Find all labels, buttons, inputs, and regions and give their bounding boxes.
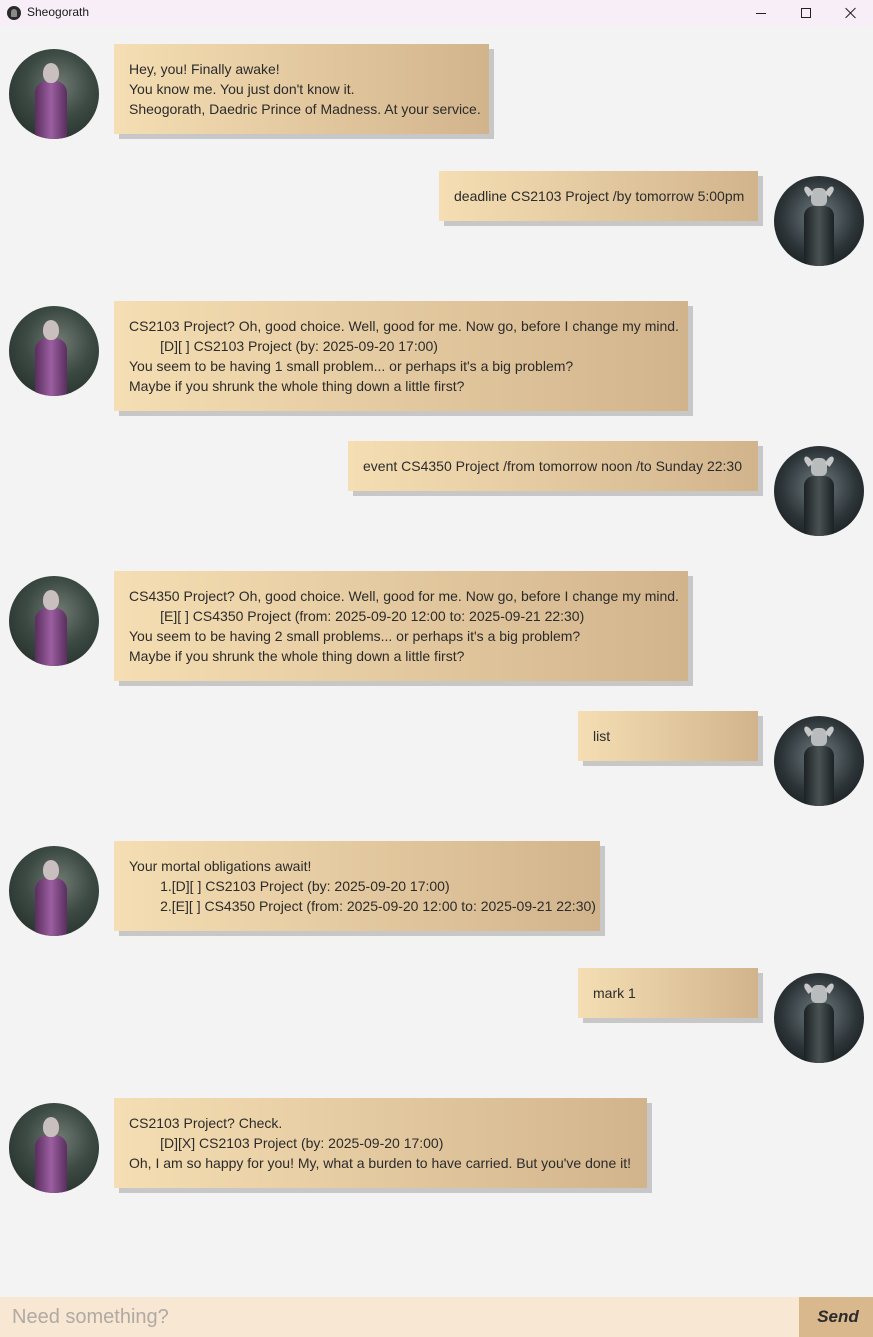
bot-message: CS4350 Project? Oh, good choice. Well, g… <box>114 571 688 681</box>
user-avatar <box>774 176 864 266</box>
close-icon <box>845 7 857 19</box>
input-bar: Send <box>0 1297 873 1337</box>
user-message: event CS4350 Project /from tomorrow noon… <box>348 441 758 491</box>
send-button[interactable]: Send <box>799 1297 873 1337</box>
message-input[interactable] <box>0 1297 799 1337</box>
message-line: Sheogorath, Daedric Prince of Madness. A… <box>129 101 481 117</box>
message-line: Maybe if you shrunk the whole thing down… <box>129 378 465 394</box>
minimize-icon <box>756 12 766 14</box>
maximize-button[interactable] <box>783 0 829 26</box>
sheogorath-icon <box>7 6 21 20</box>
sheogorath-avatar <box>9 576 99 666</box>
message-line: Oh, I am so happy for you! My, what a bu… <box>129 1155 632 1171</box>
bot-message: Hey, you! Finally awake! You know me. You… <box>114 44 489 134</box>
message-line: [D][ ] CS2103 Project (by: 2025-09-20 17… <box>129 338 438 354</box>
message-line: CS2103 Project? Check. <box>129 1115 283 1131</box>
user-avatar <box>774 446 864 536</box>
message-line: deadline CS2103 Project /by tomorrow 5:0… <box>454 188 745 204</box>
user-message: mark 1 <box>578 968 758 1018</box>
close-button[interactable] <box>828 0 873 26</box>
title-bar: Sheogorath <box>0 0 873 26</box>
message-line: Maybe if you shrunk the whole thing down… <box>129 648 465 664</box>
message-line: Your mortal obligations await! <box>129 858 312 874</box>
bot-message: CS2103 Project? Oh, good choice. Well, g… <box>114 301 688 411</box>
message-line: 1.[D][ ] CS2103 Project (by: 2025-09-20 … <box>129 878 450 894</box>
message-line: list <box>593 728 611 744</box>
sheogorath-avatar <box>9 846 99 936</box>
message-line: [D][X] CS2103 Project (by: 2025-09-20 17… <box>129 1135 444 1151</box>
message-line: You know me. You just don't know it. <box>129 81 355 97</box>
bot-message: Your mortal obligations await! 1.[D][ ] … <box>114 841 600 931</box>
message-line: You seem to be having 2 small problems..… <box>129 628 581 644</box>
message-line: You seem to be having 1 small problem...… <box>129 358 574 374</box>
sheogorath-avatar <box>9 49 99 139</box>
maximize-icon <box>801 8 811 18</box>
bot-message: CS2103 Project? Check. [D][X] CS2103 Pro… <box>114 1098 647 1188</box>
message-line: mark 1 <box>593 985 636 1001</box>
message-line: CS2103 Project? Oh, good choice. Well, g… <box>129 318 679 334</box>
message-line: Hey, you! Finally awake! <box>129 61 280 77</box>
user-avatar <box>774 716 864 806</box>
user-message: list <box>578 711 758 761</box>
message-line: event CS4350 Project /from tomorrow noon… <box>363 458 742 474</box>
message-line: 2.[E][ ] CS4350 Project (from: 2025-09-2… <box>129 898 596 914</box>
user-avatar <box>774 973 864 1063</box>
message-line: [E][ ] CS4350 Project (from: 2025-09-20 … <box>129 608 585 624</box>
minimize-button[interactable] <box>738 0 784 26</box>
user-message: deadline CS2103 Project /by tomorrow 5:0… <box>439 171 758 221</box>
message-line: CS4350 Project? Oh, good choice. Well, g… <box>129 588 679 604</box>
window-title: Sheogorath <box>27 5 90 19</box>
sheogorath-avatar <box>9 1103 99 1193</box>
sheogorath-avatar <box>9 306 99 396</box>
